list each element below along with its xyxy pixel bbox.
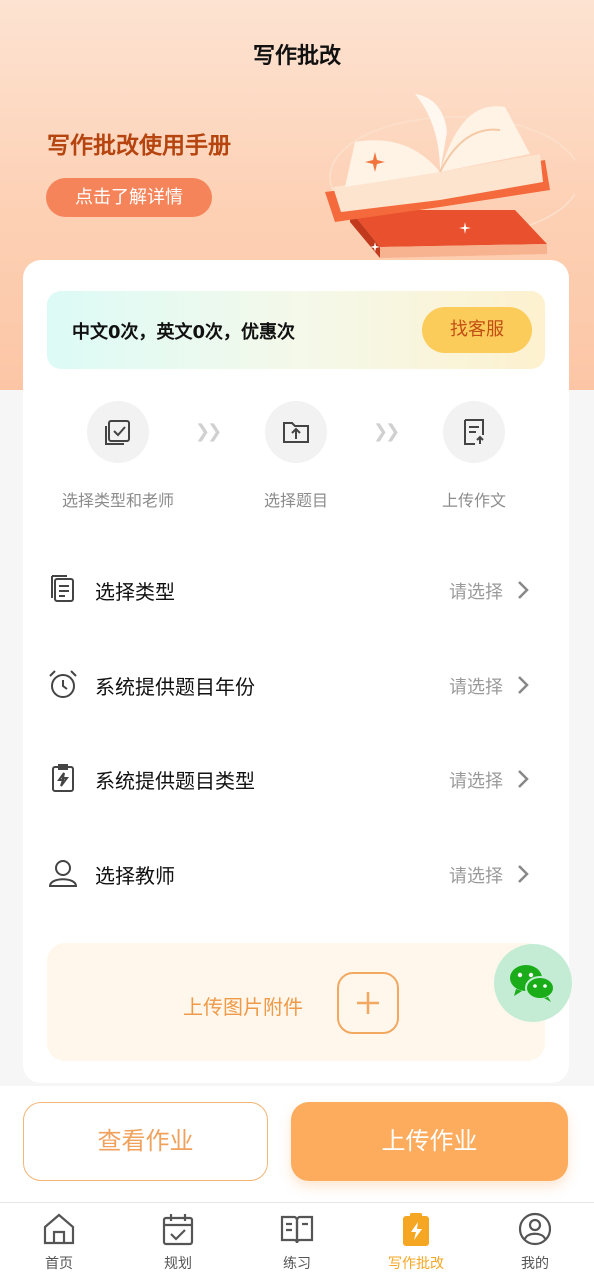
- tab-practice[interactable]: 练习: [238, 1211, 356, 1273]
- page-title: 写作批改: [252, 44, 341, 69]
- tab-plan[interactable]: 规划: [119, 1211, 237, 1273]
- row-topic-type[interactable]: 系统提供题目类型 请选择: [23, 748, 569, 808]
- upload-label: 上传图片附件: [183, 995, 303, 1019]
- tab-mine[interactable]: 我的: [476, 1211, 594, 1273]
- clipboard-bolt-icon: [52, 764, 74, 792]
- row-value: 请选择: [449, 582, 503, 603]
- check-square-icon: [87, 401, 149, 463]
- tab-label: 首页: [45, 1256, 73, 1272]
- tab-label: 写作批改: [388, 1256, 444, 1272]
- row-label: 系统提供题目类型: [95, 769, 255, 793]
- manual-title: 写作批改使用手册: [47, 133, 231, 159]
- row-label: 系统提供题目年份: [95, 675, 255, 699]
- row-topic-year[interactable]: 系统提供题目年份 请选择: [23, 654, 569, 714]
- correction-card: 中文0次，英文0次，优惠次 找客服 选择类型和老师 ❯❯ 选择题目 ❯❯ 上传作…: [23, 260, 569, 1083]
- plus-icon: [357, 992, 379, 1014]
- customer-service-button[interactable]: 找客服: [422, 307, 532, 353]
- folder-upload-icon: [265, 401, 327, 463]
- tab-home[interactable]: 首页: [0, 1211, 118, 1273]
- tab-label: 我的: [521, 1256, 549, 1272]
- row-label: 选择类型: [95, 580, 175, 604]
- add-attachment-button[interactable]: [337, 972, 399, 1034]
- row-select-type[interactable]: 选择类型 请选择: [23, 559, 569, 619]
- row-value: 请选择: [449, 677, 503, 698]
- step-select-type-teacher: 选择类型和老师: [28, 401, 208, 511]
- wechat-button[interactable]: [494, 944, 572, 1022]
- row-select-teacher[interactable]: 选择教师 请选择: [23, 843, 569, 903]
- open-book-illustration: [325, 94, 575, 258]
- chevron-right-icon: [518, 676, 529, 694]
- quota-text: 中文0次，英文0次，优惠次: [72, 322, 296, 343]
- profile-icon: [518, 1212, 552, 1246]
- detail-button[interactable]: 点击了解详情: [46, 178, 212, 217]
- bolt-clipboard-icon: [403, 1213, 429, 1246]
- row-value: 请选择: [449, 771, 503, 792]
- step-upload-essay: 上传作文: [384, 401, 564, 511]
- step-label: 选择类型和老师: [61, 491, 174, 510]
- view-homework-button[interactable]: 查看作业: [23, 1102, 268, 1181]
- calendar-check-icon: [162, 1214, 194, 1246]
- upload-homework-button[interactable]: 上传作业: [291, 1102, 568, 1181]
- action-bar: 查看作业 上传作业: [0, 1086, 594, 1202]
- tab-label: 规划: [164, 1256, 192, 1272]
- user-icon: [48, 860, 78, 887]
- chevron-right-icon: [518, 770, 529, 788]
- row-value: 请选择: [449, 866, 503, 887]
- chevron-right-icon: [518, 865, 529, 883]
- document-upload-icon: [443, 401, 505, 463]
- tab-label: 练习: [283, 1256, 311, 1272]
- book-icon: [280, 1215, 314, 1244]
- document-list-icon: [51, 575, 74, 602]
- row-label: 选择教师: [95, 864, 175, 888]
- tab-bar: 首页 规划 练习 写作批改 我的: [0, 1202, 594, 1280]
- step-label: 上传作文: [441, 491, 506, 510]
- chevron-right-icon: [518, 581, 529, 599]
- wechat-icon: [510, 965, 555, 1002]
- tab-writing-correction[interactable]: 写作批改: [357, 1211, 475, 1273]
- quota-banner: 中文0次，英文0次，优惠次 找客服: [47, 291, 545, 369]
- upload-attachment-area[interactable]: 上传图片附件: [47, 943, 545, 1061]
- alarm-clock-icon: [49, 670, 77, 698]
- step-label: 选择题目: [263, 491, 328, 510]
- home-icon: [43, 1213, 75, 1245]
- step-select-topic: 选择题目: [206, 401, 386, 511]
